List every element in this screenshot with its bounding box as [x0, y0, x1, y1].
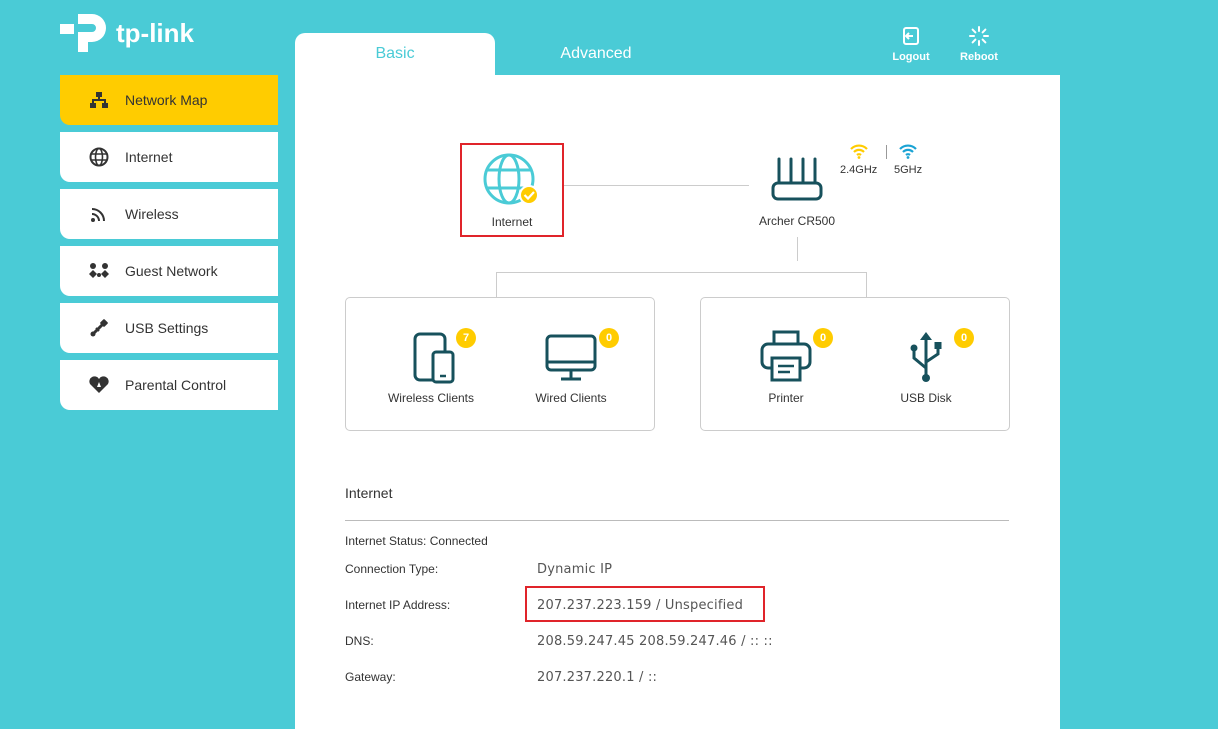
sidebar-item-network-map[interactable]: Network Map [60, 75, 278, 125]
wireless-clients-label: Wireless Clients [387, 391, 474, 405]
sidebar-item-label: Network Map [125, 92, 208, 108]
internet-status-value: Connected [429, 534, 488, 548]
sidebar-item-parental-control[interactable]: Parental Control [60, 360, 278, 410]
parental-control-icon [88, 374, 110, 396]
printer-label: Printer [768, 391, 804, 405]
sidebar-item-label: Wireless [125, 206, 179, 222]
printer-icon [760, 330, 812, 382]
usb-disk-count-badge: 0 [954, 328, 974, 348]
wireless-clients[interactable]: Wireless Clients 7 [371, 328, 491, 405]
gateway-value: 207.237.220.1 / :: [537, 670, 658, 685]
wifi-2-4ghz-icon [849, 144, 868, 159]
ip-address-label: Internet IP Address: [345, 598, 451, 612]
tab-basic[interactable]: Basic [295, 33, 495, 75]
router-icon [771, 157, 823, 201]
reboot-button[interactable]: Reboot [954, 26, 1004, 63]
monitor-icon [545, 334, 597, 381]
sidebar: Network Map Internet Wireless Guest Netw… [60, 75, 278, 417]
connection-type-value: Dynamic IP [537, 562, 613, 577]
logout-icon [903, 27, 919, 45]
usb-disk[interactable]: USB Disk 0 [866, 328, 986, 405]
connection-type-label: Connection Type: [345, 562, 439, 576]
sidebar-item-label: USB Settings [125, 320, 209, 336]
connector-line [797, 237, 798, 261]
dns-value: 208.59.247.45 208.59.247.46 / :: :: [537, 634, 773, 649]
wired-clients-count-badge: 0 [599, 328, 619, 348]
usb-devices-group: Printer 0 USB Disk 0 [700, 297, 1010, 431]
sidebar-item-guest-network[interactable]: Guest Network [60, 246, 278, 296]
internet-section-title: Internet [345, 485, 393, 501]
sidebar-item-wireless[interactable]: Wireless [60, 189, 278, 239]
band-2-4ghz-label: 2.4GHz [840, 164, 878, 176]
main-panel: Internet Archer CR500 2.4GHz 5GHz Wirele… [295, 75, 1060, 729]
wired-clients-label: Wired Clients [535, 391, 607, 405]
connector-line [496, 272, 867, 273]
dns-label: DNS: [345, 634, 374, 648]
tp-link-logo: tp-link [60, 10, 194, 56]
sidebar-item-internet[interactable]: Internet [60, 132, 278, 182]
tablet-phone-icon [413, 332, 455, 384]
internet-status-row: Internet Status: Connected [345, 534, 488, 548]
internet-status-label: Internet Status: [345, 534, 427, 548]
printer[interactable]: Printer 0 [726, 328, 846, 405]
network-map-icon [88, 89, 110, 111]
band-5ghz-label: 5GHz [894, 164, 923, 176]
reboot-label: Reboot [960, 51, 998, 63]
band-divider [886, 145, 887, 159]
gateway-label: Gateway: [345, 670, 396, 684]
globe-icon [88, 146, 110, 168]
usb-icon [910, 332, 942, 382]
wired-clients[interactable]: Wired Clients 0 [511, 328, 631, 405]
wifi-5ghz-icon [899, 144, 917, 159]
internet-node-label: Internet [491, 215, 533, 229]
sidebar-item-label: Internet [125, 149, 173, 165]
brand-name: tp-link [116, 17, 194, 48]
connector-line [564, 185, 749, 186]
section-divider [345, 520, 1009, 521]
printer-count-badge: 0 [813, 328, 833, 348]
sidebar-item-label: Parental Control [125, 377, 227, 393]
sidebar-item-label: Guest Network [125, 263, 218, 279]
clients-group: Wireless Clients 7 Wired Clients 0 [345, 297, 655, 431]
ip-address-value: 207.237.223.159 / Unspecified [537, 598, 744, 613]
tp-link-logo-icon [60, 14, 106, 52]
router-label: Archer CR500 [758, 214, 836, 228]
wireless-icon [88, 203, 110, 225]
usb-settings-icon [88, 317, 110, 339]
guest-network-icon [88, 260, 110, 282]
connector-line [866, 272, 867, 297]
reboot-icon [969, 26, 989, 46]
internet-node[interactable]: Internet [460, 143, 564, 237]
wireless-clients-count-badge: 7 [456, 328, 476, 348]
usb-disk-label: USB Disk [900, 391, 952, 405]
globe-icon [483, 153, 539, 205]
tab-advanced[interactable]: Advanced [496, 33, 696, 75]
band-5ghz: 5GHz [894, 143, 922, 176]
router-node[interactable]: Archer CR500 [745, 155, 849, 228]
connector-line [496, 272, 497, 297]
logout-button[interactable]: Logout [886, 26, 936, 63]
sidebar-item-usb-settings[interactable]: USB Settings [60, 303, 278, 353]
band-2-4ghz: 2.4GHz [840, 143, 877, 176]
logout-label: Logout [892, 51, 930, 63]
